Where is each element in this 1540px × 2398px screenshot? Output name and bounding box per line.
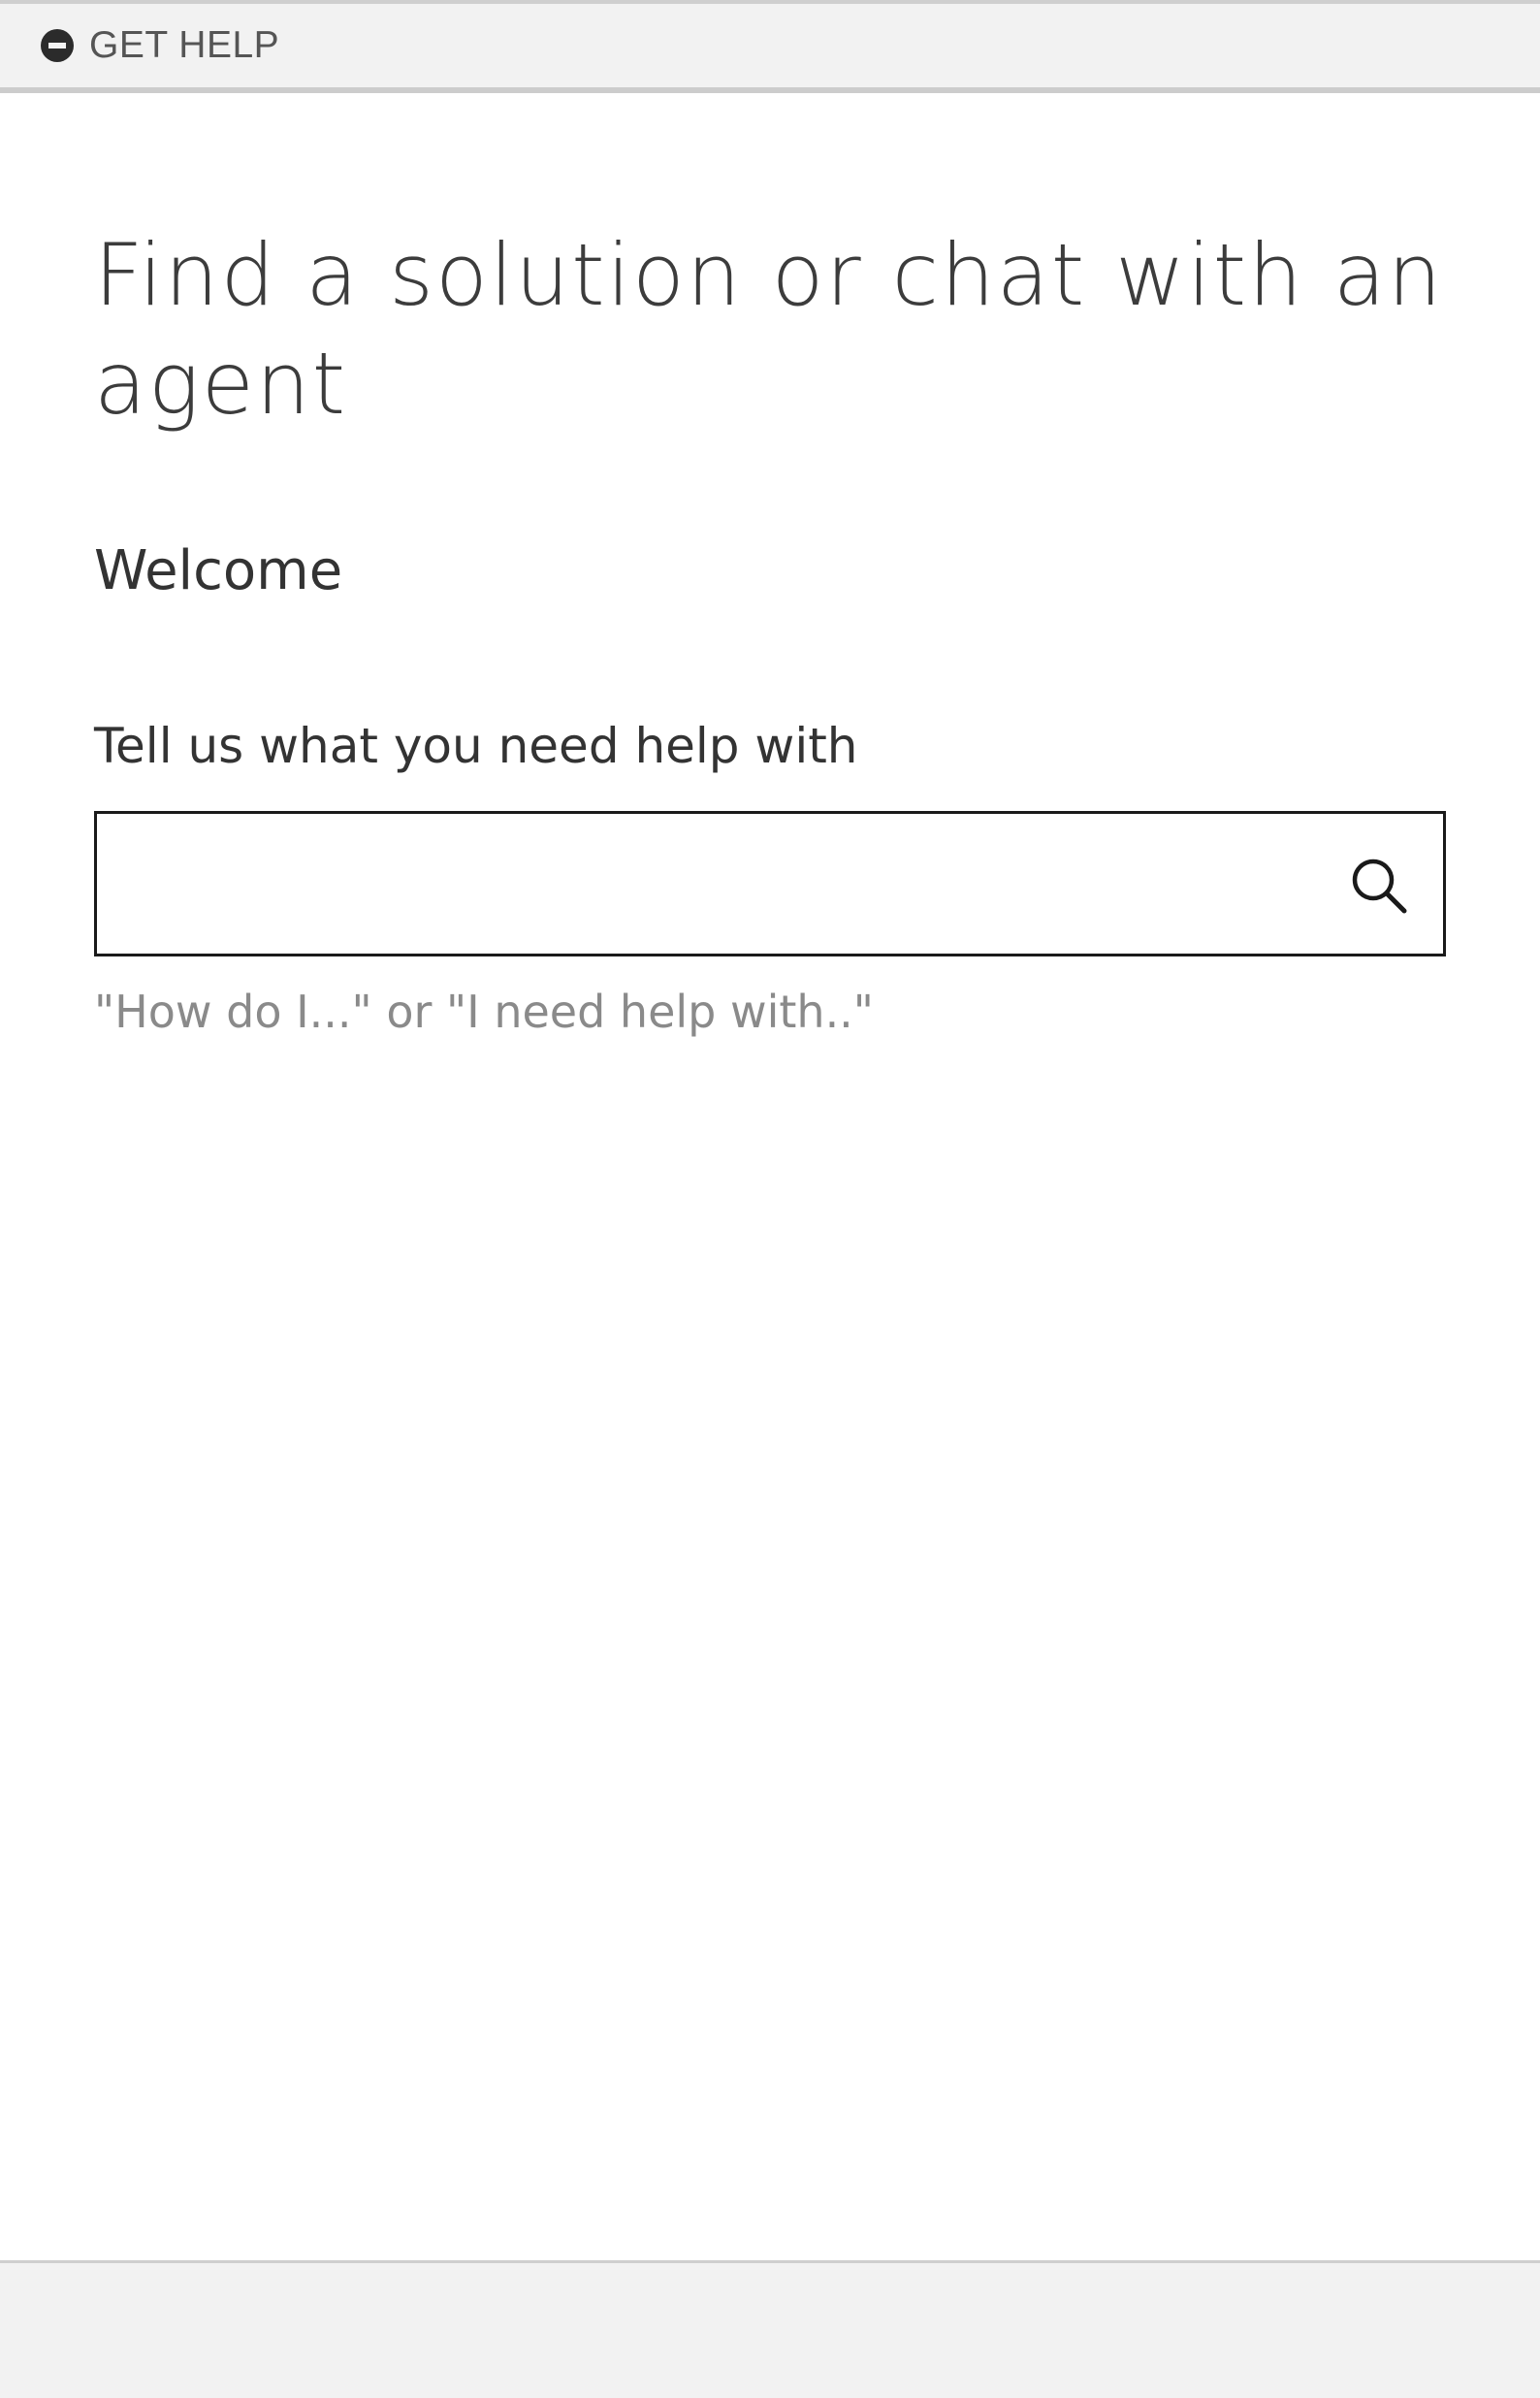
help-panel-footer xyxy=(0,2260,1540,2398)
minus-circle-icon[interactable] xyxy=(41,29,74,62)
help-panel-header: GET HELP xyxy=(0,0,1540,93)
get-help-toggle[interactable]: GET HELP xyxy=(41,24,279,67)
search-box[interactable] xyxy=(94,811,1446,956)
welcome-heading: Welcome xyxy=(94,539,343,602)
get-help-label[interactable]: GET HELP xyxy=(89,24,279,67)
search-icon[interactable] xyxy=(1348,855,1410,917)
page-title: Find a solution or chat with an agent xyxy=(94,225,1444,434)
search-input[interactable] xyxy=(97,814,1319,954)
search-label: Tell us what you need help with xyxy=(94,718,858,774)
search-hint: "How do I..." or "I need help with.." xyxy=(94,986,874,1038)
